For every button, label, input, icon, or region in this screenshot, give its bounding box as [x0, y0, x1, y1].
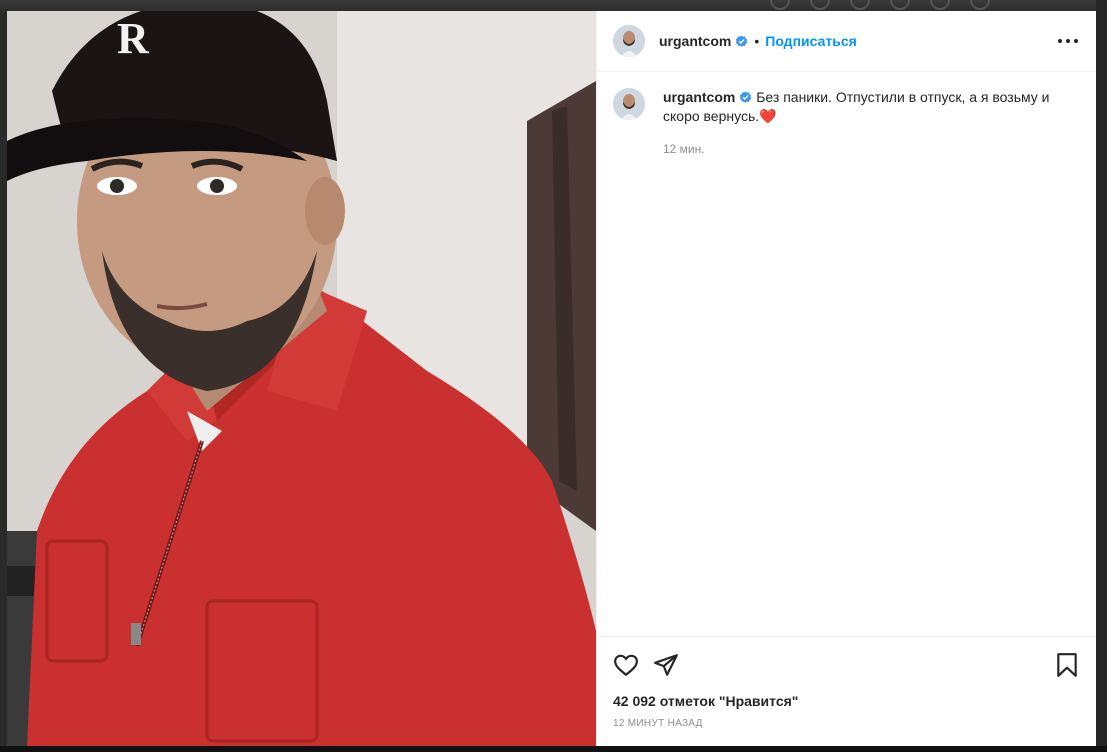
caption-comment: urgantcom Без паники. Отпустили в отпуск… [597, 72, 1096, 159]
heart-icon[interactable] [613, 652, 639, 678]
post-header: urgantcom • Подписаться [597, 11, 1096, 72]
share-icon[interactable] [653, 652, 679, 678]
more-options-icon[interactable] [1058, 33, 1078, 49]
bookmark-icon[interactable] [1054, 652, 1080, 678]
caption-username[interactable]: urgantcom [663, 89, 735, 105]
selfie-image: R [7, 11, 596, 746]
verified-badge-icon [736, 34, 748, 47]
caption-timestamp[interactable]: 12 мин. [663, 140, 1080, 159]
caption-body: urgantcom Без паники. Отпустили в отпуск… [663, 88, 1080, 159]
username[interactable]: urgantcom [659, 33, 731, 49]
verified-badge-icon [740, 91, 752, 103]
caption-avatar[interactable] [613, 88, 645, 120]
avatar[interactable] [613, 25, 645, 57]
posted-time[interactable]: 12 МИНУТ НАЗАД [613, 718, 703, 729]
action-bar [613, 652, 1080, 678]
separator-dot: • [754, 33, 760, 49]
post-side-panel: urgantcom • Подписаться urgantcom Без па… [596, 11, 1096, 746]
follow-button[interactable]: Подписаться [765, 33, 857, 49]
backdrop-right [1096, 0, 1107, 752]
cap-logo-letter: R [117, 14, 150, 63]
post-footer: 42 092 отметок "Нравится" 12 МИНУТ НАЗАД [597, 636, 1096, 747]
likes-count[interactable]: 42 092 отметок "Нравится" [613, 693, 798, 709]
post-photo[interactable]: R [7, 11, 596, 746]
post-modal: R urgantcom • Подписаться urgantcom Без … [7, 11, 1096, 746]
